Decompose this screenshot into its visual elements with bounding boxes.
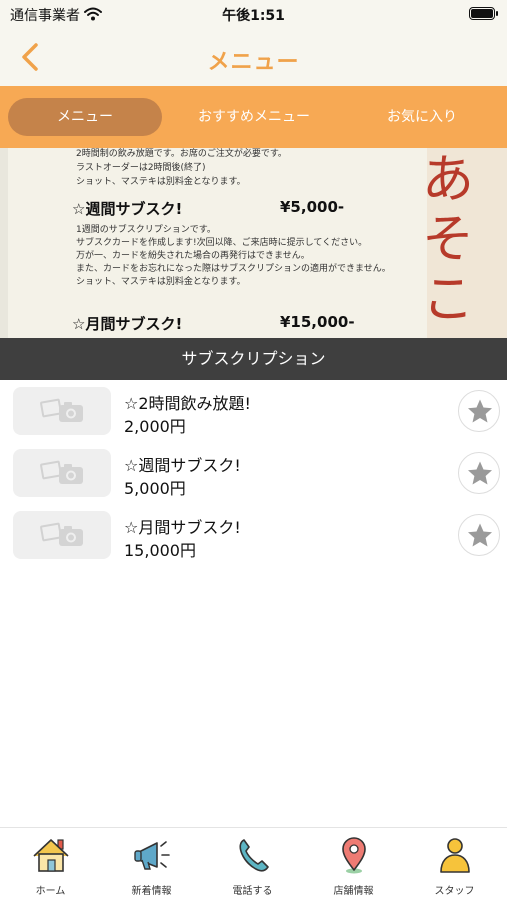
sign-text-line: ショット、マステキは別料金となります。 (76, 277, 246, 287)
bottom-tab-news[interactable]: 新着情報 (101, 828, 202, 900)
item-name: ☆月間サブスク! (124, 518, 241, 537)
bottom-tab-label: ホーム (35, 886, 66, 897)
tab-favorites[interactable]: お気に入り (345, 98, 499, 136)
phone-icon (239, 839, 269, 872)
tab-recommended[interactable]: おすすめメニュー (175, 98, 333, 136)
page-title: メニュー (207, 50, 300, 75)
sign-text-line: 1週間のサブスクリプションです。 (76, 225, 216, 235)
hero-image: 2時間制の飲み放題です。お席のご注文が必要です。 ラストオーダーは2時間後(終了… (0, 148, 507, 338)
home-icon (33, 839, 69, 872)
sign-text-line: ラストオーダーは2時間後(終了) (76, 163, 206, 173)
sign-text-line: 2時間制の飲み放題です。お席のご注文が必要です。 (76, 149, 287, 159)
nav-bar: メニュー (0, 28, 507, 86)
item-price: 15,000円 (124, 541, 196, 560)
tab-bar: メニュー おすすめメニュー お気に入り (0, 86, 507, 148)
megaphone-icon (134, 841, 170, 870)
sign-decorative-lettering: あそこ (422, 150, 475, 330)
sign-text-line: ショット、マステキは別料金となります。 (76, 177, 246, 187)
list-item[interactable]: ☆2時間飲み放題! 2,000円 (0, 380, 507, 442)
map-pin-icon (342, 837, 366, 874)
sign-price-week: ¥5,000- (280, 198, 345, 216)
bottom-tab-home[interactable]: ホーム (0, 828, 101, 900)
sign-text-line: また、カードをお忘れになった際はサブスクリプションの適用ができません。 (76, 264, 391, 274)
item-name: ☆2時間飲み放題! (124, 394, 251, 413)
item-price: 5,000円 (124, 479, 186, 498)
bottom-tab-staff[interactable]: スタッフ (404, 828, 505, 900)
bottom-tab-bar: ホーム 新着情報 電話する 店舗情報 スタッフ (0, 827, 507, 900)
photo-placeholder-icon (13, 511, 111, 559)
status-bar: 通信事業者 午後1:51 (0, 0, 507, 28)
bottom-tab-label: 新着情報 (131, 886, 172, 897)
bottom-tab-call[interactable]: 電話する (202, 828, 303, 900)
star-icon (468, 523, 492, 547)
sign-text-line: サブスクカードを作成します!次回以降、ご来店時に提示してください。 (76, 238, 368, 248)
sign-text-line: 万が一、カードを紛失された場合の再発行はできません。 (76, 251, 310, 261)
sign-heading-week: ☆週間サブスク! (72, 200, 183, 218)
photo-placeholder-icon (13, 449, 111, 497)
item-name: ☆週間サブスク! (124, 456, 241, 475)
bottom-tab-store-info[interactable]: 店舗情報 (303, 828, 404, 900)
favorite-button[interactable] (458, 390, 500, 432)
sign-price-month: ¥15,000- (280, 313, 355, 331)
section-header: サブスクリプション (0, 338, 507, 380)
photo-placeholder-icon (13, 387, 111, 435)
staff-icon (440, 838, 470, 873)
status-time: 午後1:51 (222, 8, 285, 24)
favorite-button[interactable] (458, 452, 500, 494)
battery-icon (469, 7, 498, 20)
star-icon (468, 399, 492, 423)
sign-heading-month: ☆月間サブスク! (72, 315, 183, 333)
star-icon (468, 461, 492, 485)
item-price: 2,000円 (124, 417, 186, 436)
bottom-tab-label: 電話する (232, 886, 273, 897)
favorite-button[interactable] (458, 514, 500, 556)
list-item[interactable]: ☆週間サブスク! 5,000円 (0, 442, 507, 504)
bottom-tab-label: スタッフ (434, 886, 475, 897)
bottom-tab-label: 店舗情報 (333, 886, 374, 897)
list-item[interactable]: ☆月間サブスク! 15,000円 (0, 504, 507, 566)
tab-menu[interactable]: メニュー (8, 98, 162, 136)
